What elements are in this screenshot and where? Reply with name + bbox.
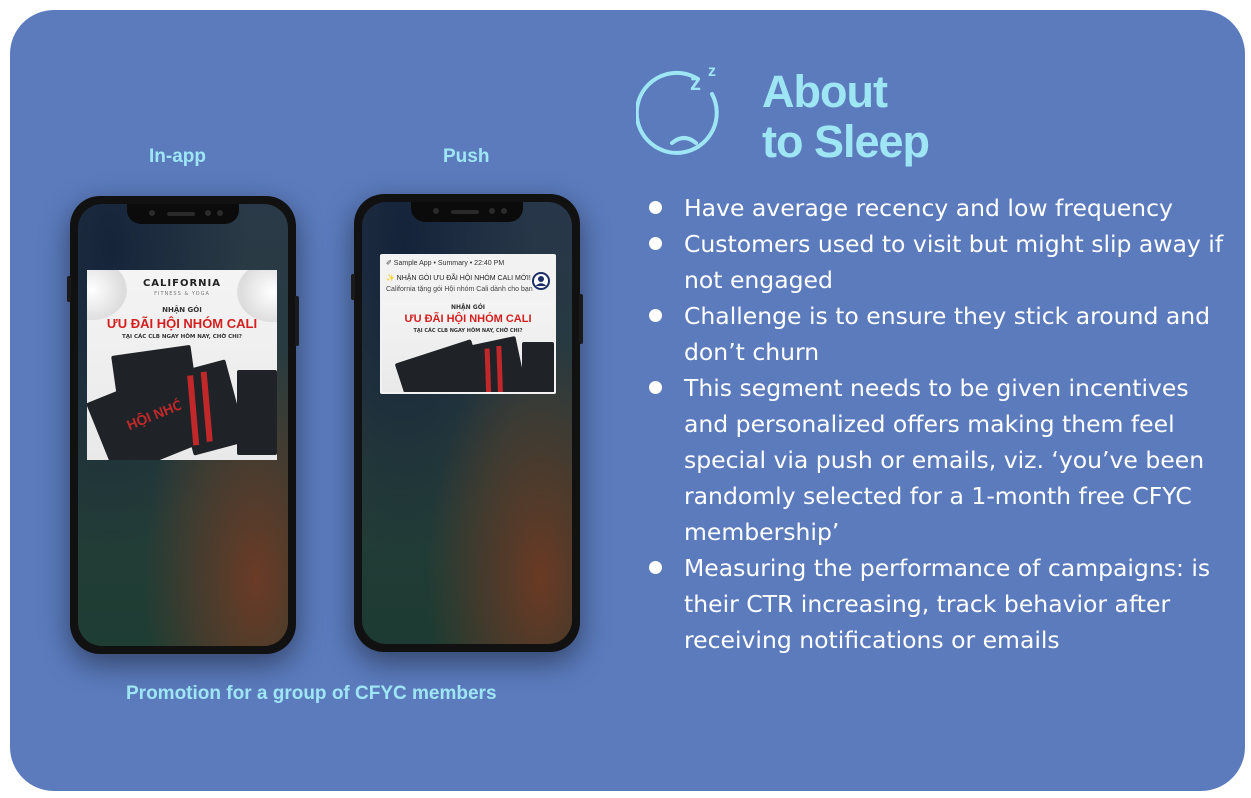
ad-brand: CALIFORNIA: [142, 278, 222, 289]
power-button: [295, 296, 299, 346]
push-phone: ✐ Sample App • Summary • 22:40 PM ✨ NHẬN…: [351, 194, 583, 652]
push-ad-image: NHẬN GÓI ƯU ĐÃI HỘI NHÓM CALI TẠI CÁC CL…: [382, 300, 554, 392]
in-app-phone: CALIFORNIA FITNESS & YOGA NHẬN GÓI ƯU ĐÃ…: [67, 196, 299, 654]
notification-body: California tặng gói Hội nhóm Cali dành c…: [386, 286, 533, 293]
page-title: About: [762, 66, 888, 117]
svg-text:z: z: [690, 70, 701, 95]
bullet-item: Challenge is to ensure they stick around…: [647, 298, 1227, 370]
phone-notch: [127, 204, 239, 224]
bullet-item: Measuring the performance of campaigns: …: [647, 550, 1227, 658]
notification-meta: ✐ Sample App • Summary • 22:40 PM: [386, 260, 505, 267]
in-app-ad-banner[interactable]: CALIFORNIA FITNESS & YOGA NHẬN GÓI ƯU ĐÃ…: [87, 270, 277, 460]
svg-text:z: z: [708, 64, 716, 80]
in-app-label: In-app: [149, 146, 206, 167]
ad-box: [522, 342, 554, 392]
caption: Promotion for a group of CFYC members: [126, 683, 497, 704]
phone-screen: ✐ Sample App • Summary • 22:40 PM ✨ NHẬN…: [362, 202, 572, 644]
phone-notch: [411, 202, 523, 222]
bullet-list: Have average recency and low frequency C…: [647, 190, 1227, 658]
ad-brand-sub: FITNESS & YOGA: [154, 291, 210, 297]
push-label: Push: [443, 146, 490, 167]
ad-headline: ƯU ĐÃI HỘI NHÓM CALI: [106, 316, 258, 331]
ad-tagline: TẠI CÁC CLB NGAY HÔM NAY, CHỜ CHI?: [122, 334, 242, 340]
page-title-line2: to Sleep: [762, 116, 930, 167]
ad-box: [237, 370, 277, 455]
ad-box: [471, 335, 528, 392]
ad-small-text: NHẬN GÓI: [450, 304, 486, 311]
phone-screen: CALIFORNIA FITNESS & YOGA NHẬN GÓI ƯU ĐÃ…: [78, 204, 288, 646]
push-notification[interactable]: ✐ Sample App • Summary • 22:40 PM ✨ NHẬN…: [380, 254, 556, 394]
ad-headline: ƯU ĐÃI HỘI NHÓM CALI: [404, 313, 532, 325]
avatar: [532, 272, 550, 290]
notification-title: ✨ NHẬN GÓI ƯU ĐÃI HỘI NHÓM CALI MỚI!: [386, 275, 531, 282]
bullet-item: This segment needs to be given incentive…: [647, 370, 1227, 550]
sleepy-face-icon: z z: [636, 64, 719, 155]
ad-tagline: TẠI CÁC CLB NGAY HÔM NAY, CHỜ CHI?: [413, 328, 523, 334]
bullet-item: Have average recency and low frequency: [647, 190, 1227, 226]
ad-small-text: NHẬN GÓI: [162, 306, 202, 314]
volume-button: [67, 276, 71, 302]
power-button: [579, 294, 583, 344]
volume-button: [351, 274, 355, 300]
bullet-item: Customers used to visit but might slip a…: [647, 226, 1227, 298]
